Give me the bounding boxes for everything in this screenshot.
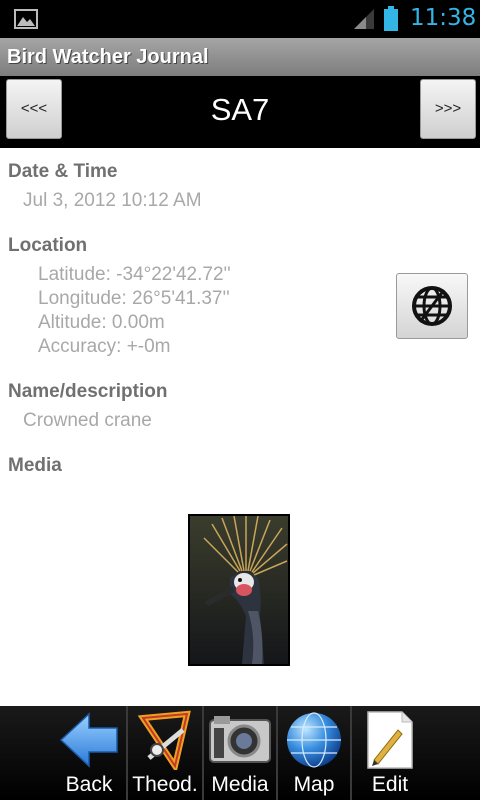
bird-photo-thumbnail[interactable] — [188, 514, 290, 666]
gallery-notification-icon — [14, 9, 38, 34]
record-header: <<< SA7 >>> — [0, 76, 480, 148]
datetime-label: Date & Time — [8, 161, 118, 182]
description-label: Name/description — [8, 381, 168, 402]
toolbar-theodolite-label: Theod. — [132, 773, 198, 796]
show-on-map-button[interactable] — [396, 273, 468, 339]
app-title: Bird Watcher Journal — [7, 46, 209, 68]
back-arrow-icon — [59, 712, 118, 768]
signal-icon — [352, 7, 376, 36]
next-record-button[interactable]: >>> — [420, 79, 476, 139]
pencil-icon — [367, 711, 413, 769]
toolbar-map-label: Map — [293, 773, 335, 796]
app-title-bar: Bird Watcher Journal — [0, 38, 480, 76]
datetime-value: Jul 3, 2012 10:12 AM — [23, 190, 202, 211]
toolbar-back-button[interactable]: Back — [52, 706, 128, 800]
description-value: Crowned crane — [23, 410, 152, 431]
battery-icon — [383, 6, 399, 37]
longitude-value: Longitude: 26°5'41.37'' — [38, 288, 230, 309]
altitude-value: Altitude: 0.00m — [38, 312, 165, 333]
globe-icon — [287, 712, 341, 768]
toolbar-map-button[interactable]: Map — [278, 706, 352, 800]
globe-grid-icon — [412, 286, 452, 326]
theodolite-icon — [137, 710, 191, 770]
toolbar-theodolite-button[interactable]: Theod. — [128, 706, 204, 800]
accuracy-value: Accuracy: +-0m — [38, 336, 171, 357]
bottom-toolbar: Back Theod. Media Map Edit — [0, 706, 480, 800]
toolbar-back-label: Back — [65, 773, 113, 796]
previous-record-button[interactable]: <<< — [6, 79, 62, 139]
toolbar-edit-label: Edit — [371, 773, 409, 796]
latitude-value: Latitude: -34°22'42.72'' — [38, 264, 231, 285]
toolbar-media-button[interactable]: Media — [204, 706, 278, 800]
record-title: SA7 — [210, 92, 270, 127]
toolbar-edit-button[interactable]: Edit — [352, 706, 428, 800]
status-bar: 11:38 — [0, 0, 480, 38]
location-label: Location — [8, 235, 88, 256]
camera-icon — [209, 716, 271, 763]
toolbar-media-label: Media — [211, 773, 269, 796]
status-time: 11:38 — [410, 5, 477, 31]
media-label: Media — [8, 455, 62, 476]
